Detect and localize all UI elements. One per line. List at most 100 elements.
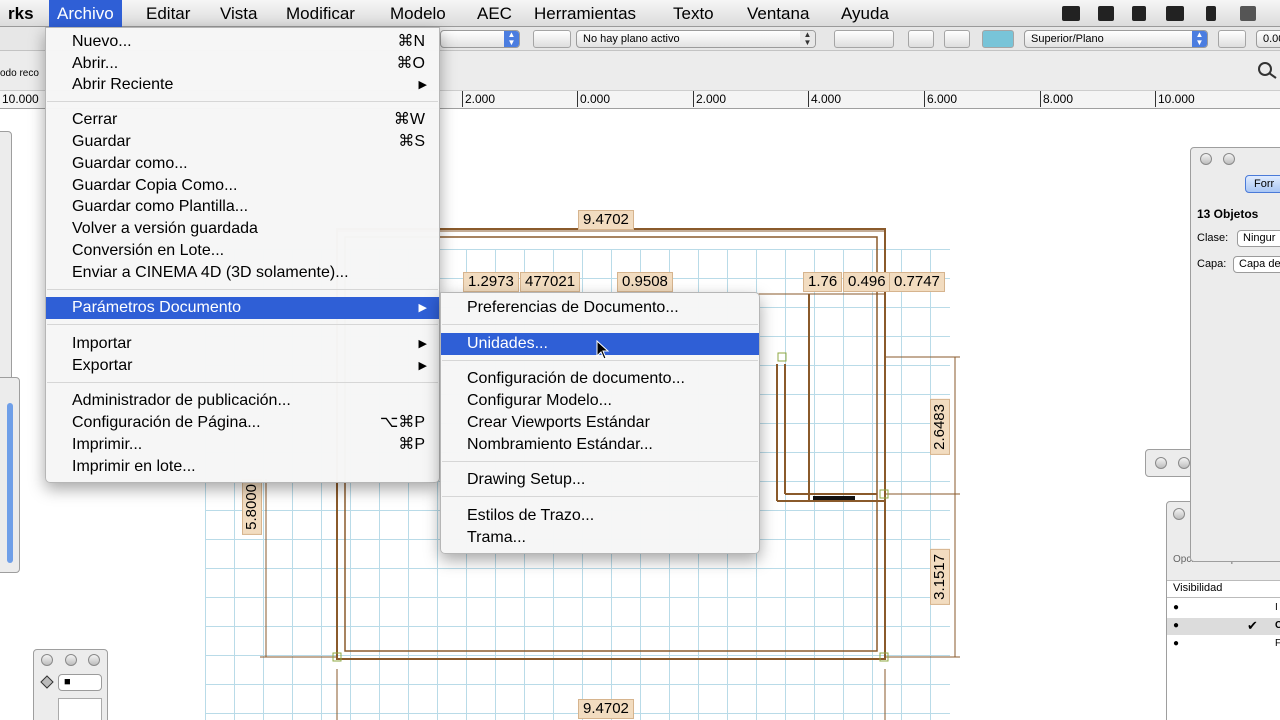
menu-item-guardar-como[interactable]: Guardar como...	[46, 153, 439, 175]
menu-item-conversion-lote[interactable]: Conversión en Lote...	[46, 240, 439, 262]
menu-item-trama[interactable]: Trama...	[441, 527, 759, 549]
attributes-palette[interactable]: ■	[33, 649, 108, 720]
menu-item-label: Imprimir en lote...	[72, 458, 196, 475]
dimension-seg2[interactable]: 477021	[520, 272, 581, 292]
zoom-icon[interactable]	[88, 654, 100, 666]
menu-ventana[interactable]: Ventana	[739, 0, 817, 27]
close-icon[interactable]	[41, 654, 53, 666]
dimension-left-height[interactable]: 5.8000	[242, 479, 262, 535]
mail-icon[interactable]	[1166, 6, 1184, 21]
menu-item-preferencias-documento[interactable]: Preferencias de Documento...	[441, 297, 759, 319]
class-popup[interactable]: Ningur	[1237, 230, 1280, 247]
menu-editar[interactable]: Editar	[138, 0, 198, 27]
menu-item-nuevo[interactable]: Nuevo... ⌘N	[46, 31, 439, 53]
menu-item-guardar-plantilla[interactable]: Guardar como Plantilla...	[46, 196, 439, 218]
render-mode-icon[interactable]	[982, 30, 1014, 48]
dimension-seg4[interactable]: 1.76	[803, 272, 843, 292]
dimension-seg5[interactable]: 0.496	[843, 272, 891, 292]
menu-texto[interactable]: Texto	[665, 0, 722, 27]
zoom-field[interactable]: 0.00	[1256, 30, 1280, 48]
eye-icon[interactable]: ●	[1173, 638, 1179, 649]
menu-item-enviar-cinema4d[interactable]: Enviar a CINEMA 4D (3D solamente)...	[46, 262, 439, 284]
flyover-icon[interactable]	[908, 30, 934, 48]
close-icon[interactable]	[1155, 457, 1167, 469]
menu-aec[interactable]: AEC	[469, 0, 520, 27]
menu-item-configuracion-documento[interactable]: Configuración de documento...	[441, 368, 759, 390]
dimension-bottom-width[interactable]: 9.4702	[578, 699, 634, 719]
projection-icon[interactable]	[1218, 30, 1246, 48]
paint-bucket-icon[interactable]	[38, 674, 56, 690]
menu-item-label: Abrir Reciente	[72, 76, 174, 93]
menu-item-importar[interactable]: Importar ▶	[46, 333, 439, 355]
menu-item-guardar[interactable]: Guardar ⌘S	[46, 131, 439, 153]
menu-modificar[interactable]: Modificar	[278, 0, 363, 27]
dimension-top-width[interactable]: 9.4702	[578, 210, 634, 230]
menu-item-imprimir[interactable]: Imprimir... ⌘P	[46, 434, 439, 456]
working-plane-button[interactable]	[834, 30, 894, 48]
menu-archivo[interactable]: Archivo	[49, 0, 122, 27]
menu-app[interactable]: rks	[0, 0, 42, 27]
close-icon[interactable]	[1200, 153, 1212, 165]
menu-item-label: Parámetros Documento	[72, 299, 241, 316]
checkmark-icon[interactable]: ✔	[1247, 618, 1258, 634]
camera-icon[interactable]	[1062, 6, 1080, 21]
layer-list[interactable]: ● I ● ✔ C ● F	[1167, 598, 1280, 720]
menu-item-estilos-trazo[interactable]: Estilos de Trazo...	[441, 505, 759, 527]
eye-icon[interactable]: ●	[1173, 620, 1179, 631]
layer-row-label[interactable]: C	[1275, 620, 1280, 631]
menu-item-cerrar[interactable]: Cerrar ⌘W	[46, 109, 439, 131]
script-icon[interactable]	[1132, 6, 1146, 21]
menu-herramientas[interactable]: Herramientas	[526, 0, 644, 27]
dimension-seg6[interactable]: 0.7747	[889, 272, 945, 292]
separator	[442, 461, 758, 462]
menu-item-abrir[interactable]: Abrir... ⌘O	[46, 53, 439, 75]
layer-popup[interactable]: Capa de	[1233, 256, 1280, 273]
layer-row-label[interactable]: I	[1275, 602, 1278, 613]
fill-swatch[interactable]	[58, 698, 102, 720]
plane-mode-button[interactable]	[533, 30, 571, 48]
minimize-icon[interactable]	[65, 654, 77, 666]
menu-item-imprimir-lote[interactable]: Imprimir en lote...	[46, 456, 439, 478]
menu-item-nombramiento-estandar[interactable]: Nombramiento Estándar...	[441, 434, 759, 456]
view-popup[interactable]: Superior/Plano ▲ ▼	[1024, 30, 1208, 48]
menu-item-guardar-copia[interactable]: Guardar Copia Como...	[46, 175, 439, 197]
tool-sets-edge[interactable]	[0, 377, 20, 573]
active-plane-popup[interactable]: No hay plano activo ▲ ▼	[576, 30, 816, 48]
layer-popup[interactable]: ▲ ▼	[440, 30, 520, 48]
dimension-right-lower[interactable]: 3.1517	[930, 549, 950, 605]
minimize-icon[interactable]	[1178, 457, 1190, 469]
standard-view-icon[interactable]	[944, 30, 970, 48]
zoom-value: 0.00	[1263, 33, 1280, 45]
menu-vista[interactable]: Vista	[212, 0, 266, 27]
dropbox-icon[interactable]	[1098, 6, 1114, 21]
dimension-seg1[interactable]: 1.2973	[463, 272, 519, 292]
object-info-palette[interactable]: Forr 13 Objetos Clase: Ningur Capa: Capa…	[1190, 147, 1280, 562]
menu-item-abrir-reciente[interactable]: Abrir Reciente ▶	[46, 74, 439, 96]
magnifier-icon[interactable]	[1256, 61, 1278, 79]
minimize-icon[interactable]	[1223, 153, 1235, 165]
menu-item-configuracion-pagina[interactable]: Configuración de Página... ⌥⌘P	[46, 412, 439, 434]
layer-row-selected[interactable]	[1167, 618, 1280, 635]
scrollbar[interactable]	[7, 403, 13, 563]
menu-item-volver-version[interactable]: Volver a versión guardada	[46, 218, 439, 240]
device-icon[interactable]	[1206, 6, 1216, 21]
menu-modelo[interactable]: Modelo	[382, 0, 454, 27]
eye-icon[interactable]: ●	[1173, 602, 1179, 613]
menu-item-exportar[interactable]: Exportar ▶	[46, 355, 439, 377]
menu-ayuda[interactable]: Ayuda	[833, 0, 897, 27]
layer-row-label[interactable]: F	[1275, 638, 1280, 649]
menu-item-drawing-setup[interactable]: Drawing Setup...	[441, 469, 759, 491]
network-icon[interactable]	[1240, 6, 1256, 21]
dimension-right-upper[interactable]: 2.6483	[930, 399, 950, 455]
tab-form[interactable]: Forr	[1245, 175, 1280, 193]
menu-item-administrador-publicacion[interactable]: Administrador de publicación...	[46, 390, 439, 412]
active-plane-label: No hay plano activo	[583, 33, 680, 45]
fill-popup[interactable]: ■	[58, 674, 102, 691]
dimension-seg3[interactable]: 0.9508	[617, 272, 673, 292]
menu-item-crear-viewports[interactable]: Crear Viewports Estándar	[441, 412, 759, 434]
menu-item-label: Volver a versión guardada	[72, 220, 258, 237]
tool-palette-edge[interactable]	[0, 131, 12, 381]
close-icon[interactable]	[1173, 508, 1185, 520]
menu-item-configurar-modelo[interactable]: Configurar Modelo...	[441, 390, 759, 412]
menu-item-parametros-documento[interactable]: Parámetros Documento ▶	[46, 297, 439, 319]
